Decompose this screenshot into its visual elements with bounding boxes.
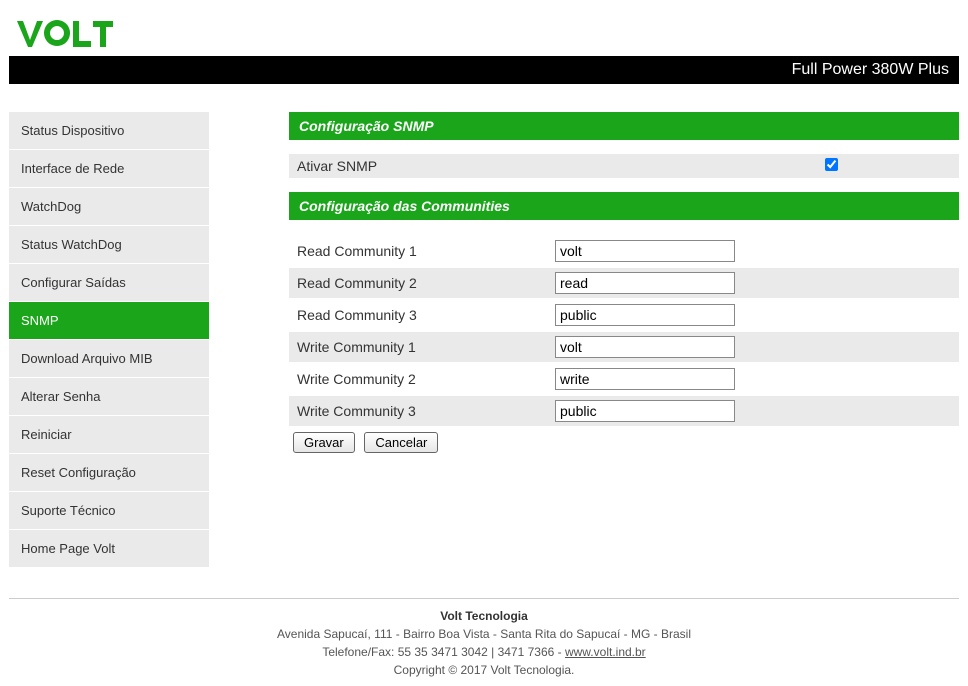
brand-logo [9,8,959,56]
section-communities-config: Configuração das Communities [289,192,959,220]
read-community-3-input[interactable] [555,304,735,326]
community-row: Read Community 2 [289,268,959,298]
activate-snmp-label: Ativar SNMP [293,158,825,174]
read-community-2-input[interactable] [555,272,735,294]
footer-site-link[interactable]: www.volt.ind.br [565,645,646,659]
sidebar-item-status-watchdog[interactable]: Status WatchDog [9,226,209,263]
product-title: Full Power 380W Plus [792,61,949,78]
activate-snmp-checkbox[interactable] [825,158,838,171]
community-label: Write Community 3 [293,403,555,419]
community-label: Write Community 1 [293,339,555,355]
main-content: Configuração SNMP Ativar SNMP Configuraç… [209,112,959,453]
community-label: Read Community 3 [293,307,555,323]
activate-snmp-row: Ativar SNMP [289,154,959,178]
sidebar-item-interface-rede[interactable]: Interface de Rede [9,150,209,187]
community-row: Read Community 3 [289,300,959,330]
sidebar: Status Dispositivo Interface de Rede Wat… [9,112,209,568]
sidebar-item-configurar-saidas[interactable]: Configurar Saídas [9,264,209,301]
community-row: Write Community 1 [289,332,959,362]
sidebar-item-reiniciar[interactable]: Reiniciar [9,416,209,453]
sidebar-item-download-mib[interactable]: Download Arquivo MIB [9,340,209,377]
community-label: Write Community 2 [293,371,555,387]
sidebar-item-alterar-senha[interactable]: Alterar Senha [9,378,209,415]
sidebar-item-reset-config[interactable]: Reset Configuração [9,454,209,491]
footer-phone: Telefone/Fax: 55 35 3471 3042 | 3471 736… [322,645,565,659]
footer-company: Volt Tecnologia [440,609,528,623]
sidebar-item-snmp[interactable]: SNMP [9,302,209,339]
community-row: Write Community 3 [289,396,959,426]
sidebar-item-home-page-volt[interactable]: Home Page Volt [9,530,209,567]
community-row: Read Community 1 [289,236,959,266]
section-snmp-config: Configuração SNMP [289,112,959,140]
write-community-1-input[interactable] [555,336,735,358]
product-title-bar: Full Power 380W Plus [9,56,959,84]
read-community-1-input[interactable] [555,240,735,262]
write-community-2-input[interactable] [555,368,735,390]
footer-address: Avenida Sapucaí, 111 - Bairro Boa Vista … [277,627,691,641]
footer-copyright: Copyright © 2017 Volt Tecnologia. [394,663,575,677]
save-button[interactable]: Gravar [293,432,355,453]
footer: Volt Tecnologia Avenida Sapucaí, 111 - B… [9,598,959,679]
write-community-3-input[interactable] [555,400,735,422]
sidebar-item-watchdog[interactable]: WatchDog [9,188,209,225]
community-label: Read Community 1 [293,243,555,259]
community-label: Read Community 2 [293,275,555,291]
cancel-button[interactable]: Cancelar [364,432,438,453]
sidebar-item-suporte-tecnico[interactable]: Suporte Técnico [9,492,209,529]
community-row: Write Community 2 [289,364,959,394]
sidebar-item-status-dispositivo[interactable]: Status Dispositivo [9,112,209,149]
